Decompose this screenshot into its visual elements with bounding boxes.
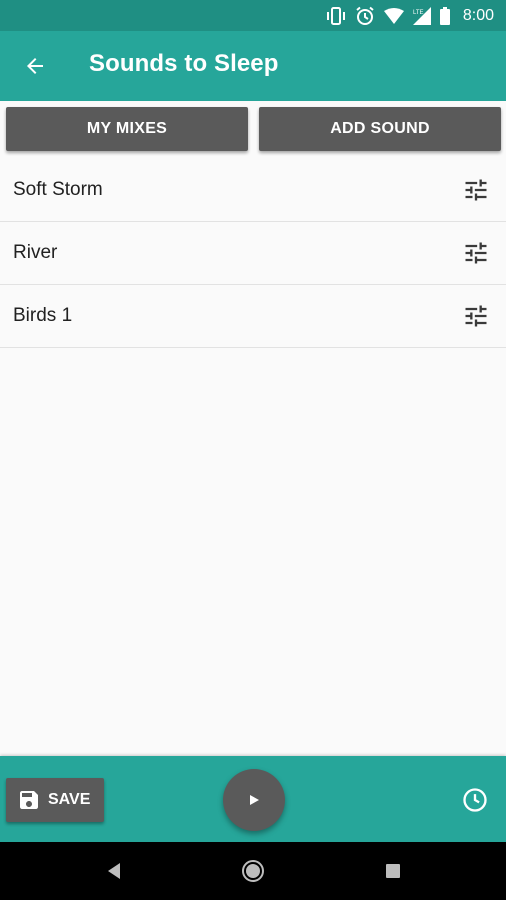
action-row: MY MIXES ADD SOUND: [0, 101, 506, 159]
clock-icon[interactable]: [461, 786, 489, 814]
nav-bar: [0, 842, 506, 900]
save-label: SAVE: [48, 791, 91, 808]
sound-label: Birds 1: [13, 305, 73, 326]
list-item[interactable]: Birds 1: [0, 285, 506, 348]
list-item[interactable]: Soft Storm: [0, 159, 506, 222]
status-bar: LTE 8:00: [0, 0, 506, 31]
add-sound-button[interactable]: ADD SOUND: [259, 107, 501, 151]
nav-recents-icon[interactable]: [384, 862, 402, 880]
nav-home-icon[interactable]: [241, 859, 265, 883]
tune-icon[interactable]: [462, 176, 490, 204]
alarm-icon: [355, 6, 375, 26]
save-icon: [20, 791, 38, 809]
wifi-icon: [383, 7, 404, 24]
my-mixes-button[interactable]: MY MIXES: [6, 107, 248, 151]
app-bar: Sounds to Sleep: [0, 31, 506, 101]
nav-back-icon[interactable]: [104, 861, 124, 881]
save-button[interactable]: SAVE: [6, 778, 104, 822]
arrow-back-icon: [27, 58, 43, 74]
tune-icon[interactable]: [462, 239, 490, 267]
sound-list: Soft Storm River Birds 1: [0, 159, 506, 348]
status-time: 8:00: [462, 6, 494, 24]
battery-icon: [439, 6, 450, 25]
page-title: Sounds to Sleep: [89, 50, 279, 77]
bottom-bar: SAVE: [0, 756, 506, 842]
sound-label: Soft Storm: [13, 179, 103, 200]
tune-icon[interactable]: [462, 302, 490, 330]
play-button[interactable]: [223, 769, 285, 831]
list-item[interactable]: River: [0, 222, 506, 285]
play-icon: [250, 795, 259, 805]
svg-text:LTE: LTE: [413, 10, 424, 16]
lte-signal-icon: LTE: [412, 6, 431, 25]
status-icons: LTE 8:00: [326, 5, 494, 26]
back-button[interactable]: [21, 52, 49, 80]
sound-label: River: [13, 242, 58, 263]
vibrate-icon: [326, 6, 346, 25]
